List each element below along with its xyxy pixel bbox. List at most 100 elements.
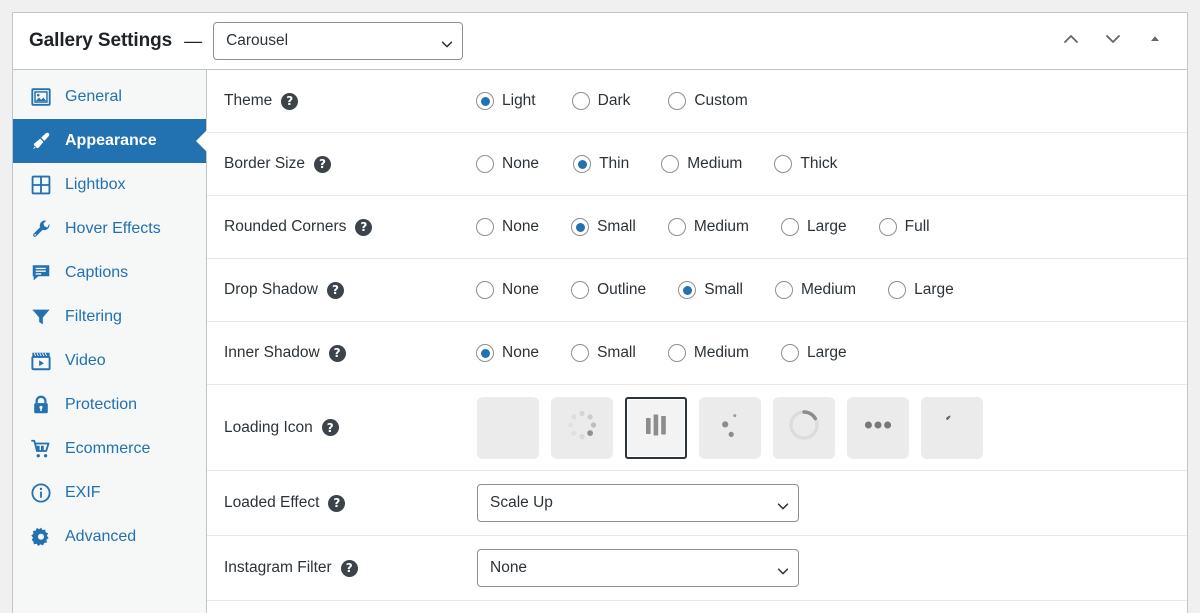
sidebar-item-lightbox[interactable]: Lightbox (13, 163, 206, 207)
radio-option[interactable]: Thick (774, 155, 837, 173)
radio-label: Large (914, 281, 954, 298)
loading-icon-swatch[interactable] (699, 396, 761, 459)
sidebar-item-hover-effects[interactable]: Hover Effects (13, 207, 206, 251)
radio-button[interactable] (668, 92, 687, 110)
radio-option[interactable]: Medium (661, 155, 742, 173)
radio-option[interactable]: Custom (668, 92, 748, 110)
setting-label: Instagram Filter? (224, 559, 476, 577)
help-icon[interactable]: ? (328, 494, 346, 512)
gallery-type-select[interactable]: Carousel (213, 22, 464, 60)
radio-option[interactable]: Full (878, 218, 930, 236)
setting-label: Theme? (224, 92, 476, 110)
radio-button[interactable] (573, 155, 592, 173)
radio-option[interactable]: Large (780, 344, 847, 362)
radio-button[interactable] (476, 92, 494, 110)
setting-label-text: Inner Shadow (224, 344, 320, 361)
instagram-filter-select[interactable]: None (477, 549, 799, 587)
help-icon[interactable]: ? (326, 281, 344, 299)
radio-option[interactable]: Outline (571, 281, 646, 299)
dot-ring-spinner-icon (562, 405, 602, 450)
radio-button[interactable] (476, 155, 494, 173)
radio-button[interactable] (878, 218, 897, 236)
gallery-settings-panel: Gallery Settings — Carousel General Appe… (12, 12, 1188, 613)
help-icon[interactable]: ? (281, 92, 299, 110)
sidebar-item-protection[interactable]: Protection (13, 383, 206, 427)
radio-button[interactable] (571, 344, 590, 362)
loading-icon-swatch[interactable] (847, 396, 909, 459)
setting-row: Rounded Corners? None Small Medium Large Full (207, 196, 1187, 259)
loading-icon-swatch[interactable] (773, 396, 835, 459)
video-icon (29, 349, 53, 373)
radio-option[interactable]: Small (678, 281, 743, 299)
header-actions (1059, 29, 1173, 53)
help-icon[interactable]: ? (328, 344, 346, 362)
setting-label: Border Size? (224, 155, 476, 173)
loading-icon-swatch[interactable] (921, 396, 983, 459)
radio-label: Outline (597, 281, 647, 298)
radio-button[interactable] (678, 281, 697, 299)
sidebar-item-filtering[interactable]: Filtering (13, 295, 206, 339)
radio-button[interactable] (780, 344, 799, 362)
help-icon[interactable]: ? (340, 559, 358, 577)
bars-spinner-icon (636, 405, 676, 450)
help-icon[interactable]: ? (355, 218, 373, 236)
radio-option[interactable]: None (476, 218, 539, 236)
radio-button[interactable] (774, 155, 793, 173)
radio-option[interactable]: Large (888, 281, 954, 299)
sidebar-item-label: General (65, 88, 122, 105)
sidebar-item-exif[interactable]: EXIF (13, 471, 206, 515)
radio-button[interactable] (780, 218, 799, 236)
sidebar-item-ecommerce[interactable]: Ecommerce (13, 427, 206, 471)
sidebar-item-appearance[interactable]: Appearance (13, 119, 207, 163)
radio-label: Medium (693, 218, 749, 235)
radio-option[interactable]: Medium (774, 281, 856, 299)
sidebar-item-video[interactable]: Video (13, 339, 206, 383)
loading-icon-swatch[interactable] (551, 396, 613, 459)
radio-option[interactable]: None (476, 281, 539, 299)
chevron-down-icon (776, 499, 789, 510)
radio-option[interactable]: Small (571, 218, 636, 236)
move-up-button[interactable] (1059, 29, 1083, 53)
radio-option[interactable]: None (476, 155, 539, 173)
radio-button[interactable] (476, 218, 494, 236)
radio-option[interactable]: Small (571, 344, 636, 362)
radio-label: Small (597, 218, 636, 235)
sidebar-item-label: Lightbox (65, 176, 126, 193)
radio-option[interactable]: Medium (667, 344, 749, 362)
radio-button[interactable] (774, 281, 793, 299)
radio-button[interactable] (476, 344, 494, 362)
sidebar-item-captions[interactable]: Captions (13, 251, 206, 295)
radio-button[interactable] (888, 281, 907, 299)
sidebar-item-label: Captions (65, 264, 129, 281)
setting-row: Loaded Effect? Scale Up (207, 471, 1187, 536)
radio-option[interactable]: None (476, 344, 539, 362)
radio-button[interactable] (571, 218, 590, 236)
sidebar-item-advanced[interactable]: Advanced (13, 515, 206, 559)
radio-option[interactable]: Light (476, 92, 536, 110)
radio-label: Small (704, 281, 743, 298)
collapse-button[interactable] (1143, 29, 1167, 53)
loaded-effect-select[interactable]: Scale Up (477, 484, 799, 522)
comment-icon (29, 261, 53, 285)
radio-button[interactable] (667, 344, 686, 362)
help-icon[interactable]: ? (321, 419, 339, 436)
radio-group: None Small Medium Large Full (476, 218, 930, 236)
radio-button[interactable] (571, 92, 590, 110)
radio-button[interactable] (661, 155, 680, 173)
radio-label: Large (806, 344, 847, 361)
radio-button[interactable] (476, 281, 494, 299)
radio-option[interactable]: Large (780, 218, 847, 236)
panel-body: General Appearance Lightbox Hover Effects Ca… (13, 70, 1187, 613)
radio-button[interactable] (571, 281, 590, 299)
help-icon[interactable]: ? (313, 155, 331, 173)
loading-icon-swatch[interactable] (477, 396, 539, 459)
move-down-button[interactable] (1101, 29, 1125, 53)
loading-icon-swatch[interactable] (625, 396, 687, 459)
radio-option[interactable]: Medium (667, 218, 749, 236)
radio-option[interactable]: Dark (571, 92, 630, 110)
radio-option[interactable]: Thin (573, 155, 629, 173)
radio-label: Thin (599, 155, 630, 172)
radio-button[interactable] (667, 218, 686, 236)
sidebar-item-general[interactable]: General (13, 75, 206, 119)
setting-row: Instagram Filter? None (207, 536, 1187, 601)
